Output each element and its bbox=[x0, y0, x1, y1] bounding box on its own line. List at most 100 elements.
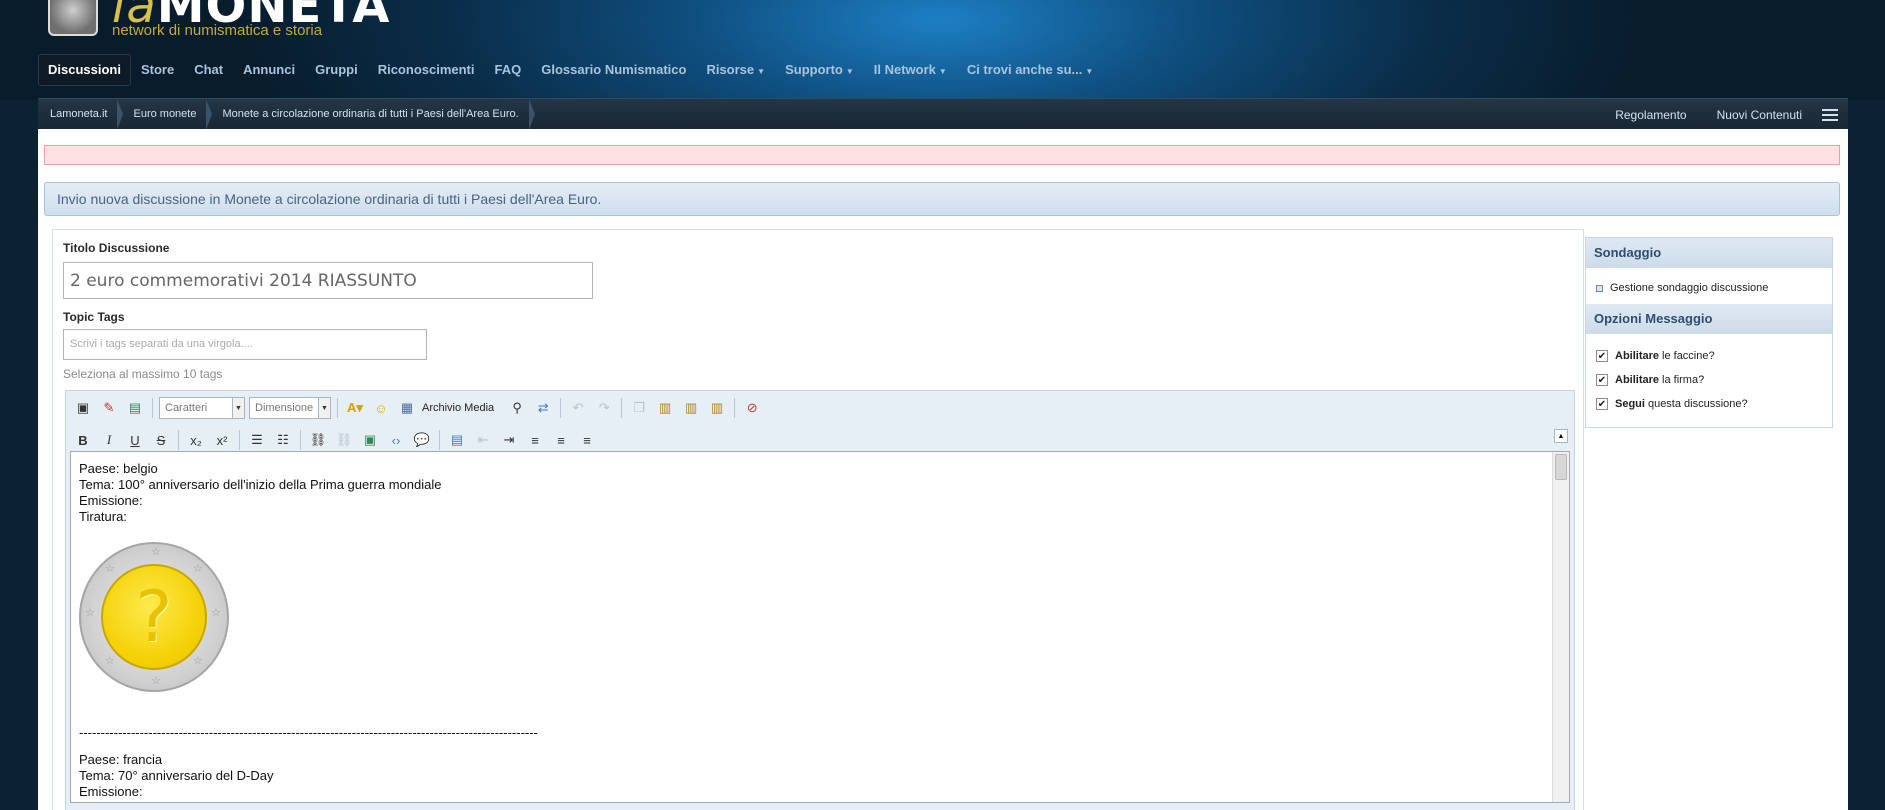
template-icon[interactable]: ▤ bbox=[124, 397, 146, 419]
nav-annunci[interactable]: Annunci bbox=[233, 54, 305, 86]
archivio-media-button[interactable]: Archivio Media bbox=[422, 402, 494, 414]
toolbar-divider bbox=[621, 398, 623, 418]
editor-content[interactable]: Paese: belgio Tema: 100° anniversario de… bbox=[70, 451, 1570, 803]
star-icon: ☆ bbox=[85, 607, 95, 619]
nav-label: Risorse bbox=[706, 62, 755, 77]
bullet-list-icon[interactable]: ☰ bbox=[246, 429, 268, 451]
replace-icon[interactable]: ⇄ bbox=[532, 397, 554, 419]
options-heading: Opzioni Messaggio bbox=[1586, 304, 1832, 334]
source-icon[interactable]: ▣ bbox=[72, 397, 94, 419]
chevron-down-icon: ▼ bbox=[938, 67, 947, 76]
option-bold: Abilitare bbox=[1615, 350, 1660, 362]
star-icon: ☆ bbox=[193, 655, 203, 667]
bold-icon[interactable]: B bbox=[72, 429, 94, 451]
nav-risorse[interactable]: Risorse ▼ bbox=[696, 54, 775, 86]
toolbar-divider bbox=[300, 430, 301, 450]
align-left-icon[interactable]: ≡ bbox=[524, 429, 546, 451]
underline-icon[interactable]: U bbox=[124, 429, 146, 451]
toolbar-divider bbox=[734, 398, 736, 418]
find-icon[interactable]: ⚲ bbox=[506, 397, 528, 419]
indent-icon[interactable]: ⇥ bbox=[498, 429, 520, 451]
breadcrumb-forum[interactable]: Monete a circolazione ordinaria di tutti… bbox=[210, 99, 535, 130]
nav-label: Discussioni bbox=[48, 62, 121, 77]
nav-ci-trovi[interactable]: Ci trovi anche su... ▼ bbox=[957, 54, 1104, 86]
post-block-francia: Paese: francia Tema: 70° anniversario de… bbox=[79, 752, 274, 800]
toolbar-divider bbox=[178, 430, 179, 450]
quote-icon[interactable]: 💬 bbox=[411, 429, 433, 451]
nav-label: Gruppi bbox=[315, 62, 358, 77]
editor-scrollbar[interactable] bbox=[1552, 452, 1569, 802]
nav-label: FAQ bbox=[494, 62, 522, 77]
code-icon[interactable]: ‹› bbox=[385, 429, 407, 451]
align-center-icon[interactable]: ≡ bbox=[550, 429, 572, 451]
copy-icon[interactable]: ❐ bbox=[628, 397, 650, 419]
enable-smilies-option[interactable]: ✔ Abilitare le faccine? bbox=[1596, 350, 1715, 362]
special-block-icon[interactable]: ▤ bbox=[446, 429, 468, 451]
follow-topic-option[interactable]: ✔ Segui questa discussione? bbox=[1596, 398, 1748, 410]
nav-label: Annunci bbox=[243, 62, 296, 77]
logo-image[interactable] bbox=[48, 0, 98, 36]
outdent-icon[interactable]: ⇤ bbox=[472, 429, 494, 451]
nav-label: Supporto bbox=[785, 62, 843, 77]
nav-supporto[interactable]: Supporto ▼ bbox=[775, 54, 864, 86]
image-icon[interactable]: ▣ bbox=[359, 429, 381, 451]
smiley-icon[interactable]: ☺ bbox=[370, 397, 392, 419]
checkbox-checked[interactable]: ✔ bbox=[1596, 398, 1608, 410]
title-input[interactable]: 2 euro commemorativi 2014 RIASSUNTO bbox=[63, 262, 593, 299]
editor-toolbar-top: ▣ ✎ ▤ Caratteri ▼ Dimensione ▼ A▾ ☺ ▦ Arch… bbox=[72, 395, 767, 421]
post-form: Titolo Discussione 2 euro commemorativi … bbox=[52, 229, 1584, 810]
breadcrumb-home[interactable]: Lamoneta.it bbox=[38, 99, 124, 130]
nav-discussioni[interactable]: Discussioni bbox=[38, 54, 131, 86]
undo-icon[interactable]: ↶ bbox=[567, 397, 589, 419]
spellcheck-icon[interactable]: ⊘ bbox=[741, 397, 763, 419]
redo-icon[interactable]: ↷ bbox=[593, 397, 615, 419]
poll-management-link[interactable]: Gestione sondaggio discussione bbox=[1596, 282, 1768, 294]
collapse-toolbar-button[interactable]: ▲ bbox=[1554, 429, 1568, 443]
text-color-icon[interactable]: A▾ bbox=[344, 397, 366, 419]
numbered-list-icon[interactable]: ☷ bbox=[272, 429, 294, 451]
coin-placeholder-image: ☆ ☆ ☆ ☆ ☆ ☆ ☆ ☆ ? bbox=[79, 542, 229, 692]
superscript-icon[interactable]: x² bbox=[211, 429, 233, 451]
nav-glossario[interactable]: Glossario Numismatico bbox=[531, 54, 696, 86]
subscript-icon[interactable]: x₂ bbox=[185, 429, 207, 451]
link-icon[interactable]: ⛓ bbox=[307, 429, 329, 451]
italic-icon[interactable]: I bbox=[98, 429, 120, 451]
nav-riconoscimenti[interactable]: Riconoscimenti bbox=[368, 54, 485, 86]
nav-faq[interactable]: FAQ bbox=[485, 54, 532, 86]
checkbox-checked[interactable]: ✔ bbox=[1596, 350, 1608, 362]
tags-label: Topic Tags bbox=[63, 310, 125, 324]
strikethrough-icon[interactable]: S bbox=[150, 429, 172, 451]
scrollbar-thumb[interactable] bbox=[1555, 454, 1567, 480]
enable-signature-option[interactable]: ✔ Abilitare la firma? bbox=[1596, 374, 1704, 386]
poll-management-label: Gestione sondaggio discussione bbox=[1610, 282, 1769, 294]
list-menu-icon[interactable] bbox=[1822, 108, 1838, 121]
nav-store[interactable]: Store bbox=[131, 54, 184, 86]
bullet-icon bbox=[1596, 284, 1603, 292]
nav-gruppi[interactable]: Gruppi bbox=[305, 54, 368, 86]
paste-icon[interactable]: ▥ bbox=[654, 397, 676, 419]
paste-word-icon[interactable]: ▥ bbox=[706, 397, 728, 419]
page-title: Invio nuova discussione in Monete a circ… bbox=[44, 182, 1840, 216]
nuovi-contenuti-link[interactable]: Nuovi Contenuti bbox=[1717, 108, 1802, 122]
align-right-icon[interactable]: ≡ bbox=[576, 429, 598, 451]
option-text: questa discussione? bbox=[1647, 398, 1748, 410]
unlink-icon[interactable]: ⛓ bbox=[333, 429, 355, 451]
checkbox-checked[interactable]: ✔ bbox=[1596, 374, 1608, 386]
tags-hint: Seleziona al massimo 10 tags bbox=[63, 367, 223, 381]
tags-input[interactable]: Scrivi i tags separati da una virgola...… bbox=[63, 329, 427, 360]
font-select[interactable]: Caratteri ▼ bbox=[159, 397, 245, 419]
size-select[interactable]: Dimensione ▼ bbox=[249, 397, 331, 419]
paste-text-icon[interactable]: ▥ bbox=[680, 397, 702, 419]
breadcrumb: Lamoneta.it Euro monete Monete a circola… bbox=[38, 99, 535, 130]
breadcrumb-euro-monete[interactable]: Euro monete bbox=[121, 99, 213, 130]
main-navigation: Discussioni Store Chat Annunci Gruppi Ri… bbox=[38, 54, 1103, 86]
chevron-down-icon: ▼ bbox=[757, 67, 766, 76]
size-select-label: Dimensione bbox=[255, 402, 314, 414]
media-icon[interactable]: ▦ bbox=[396, 397, 418, 419]
regolamento-link[interactable]: Regolamento bbox=[1615, 108, 1686, 122]
eraser-icon[interactable]: ✎ bbox=[98, 397, 120, 419]
text-divider: ----------------------------------------… bbox=[79, 725, 538, 740]
nav-chat[interactable]: Chat bbox=[184, 54, 233, 86]
toolbar-divider bbox=[439, 430, 440, 450]
nav-il-network[interactable]: Il Network ▼ bbox=[864, 54, 957, 86]
